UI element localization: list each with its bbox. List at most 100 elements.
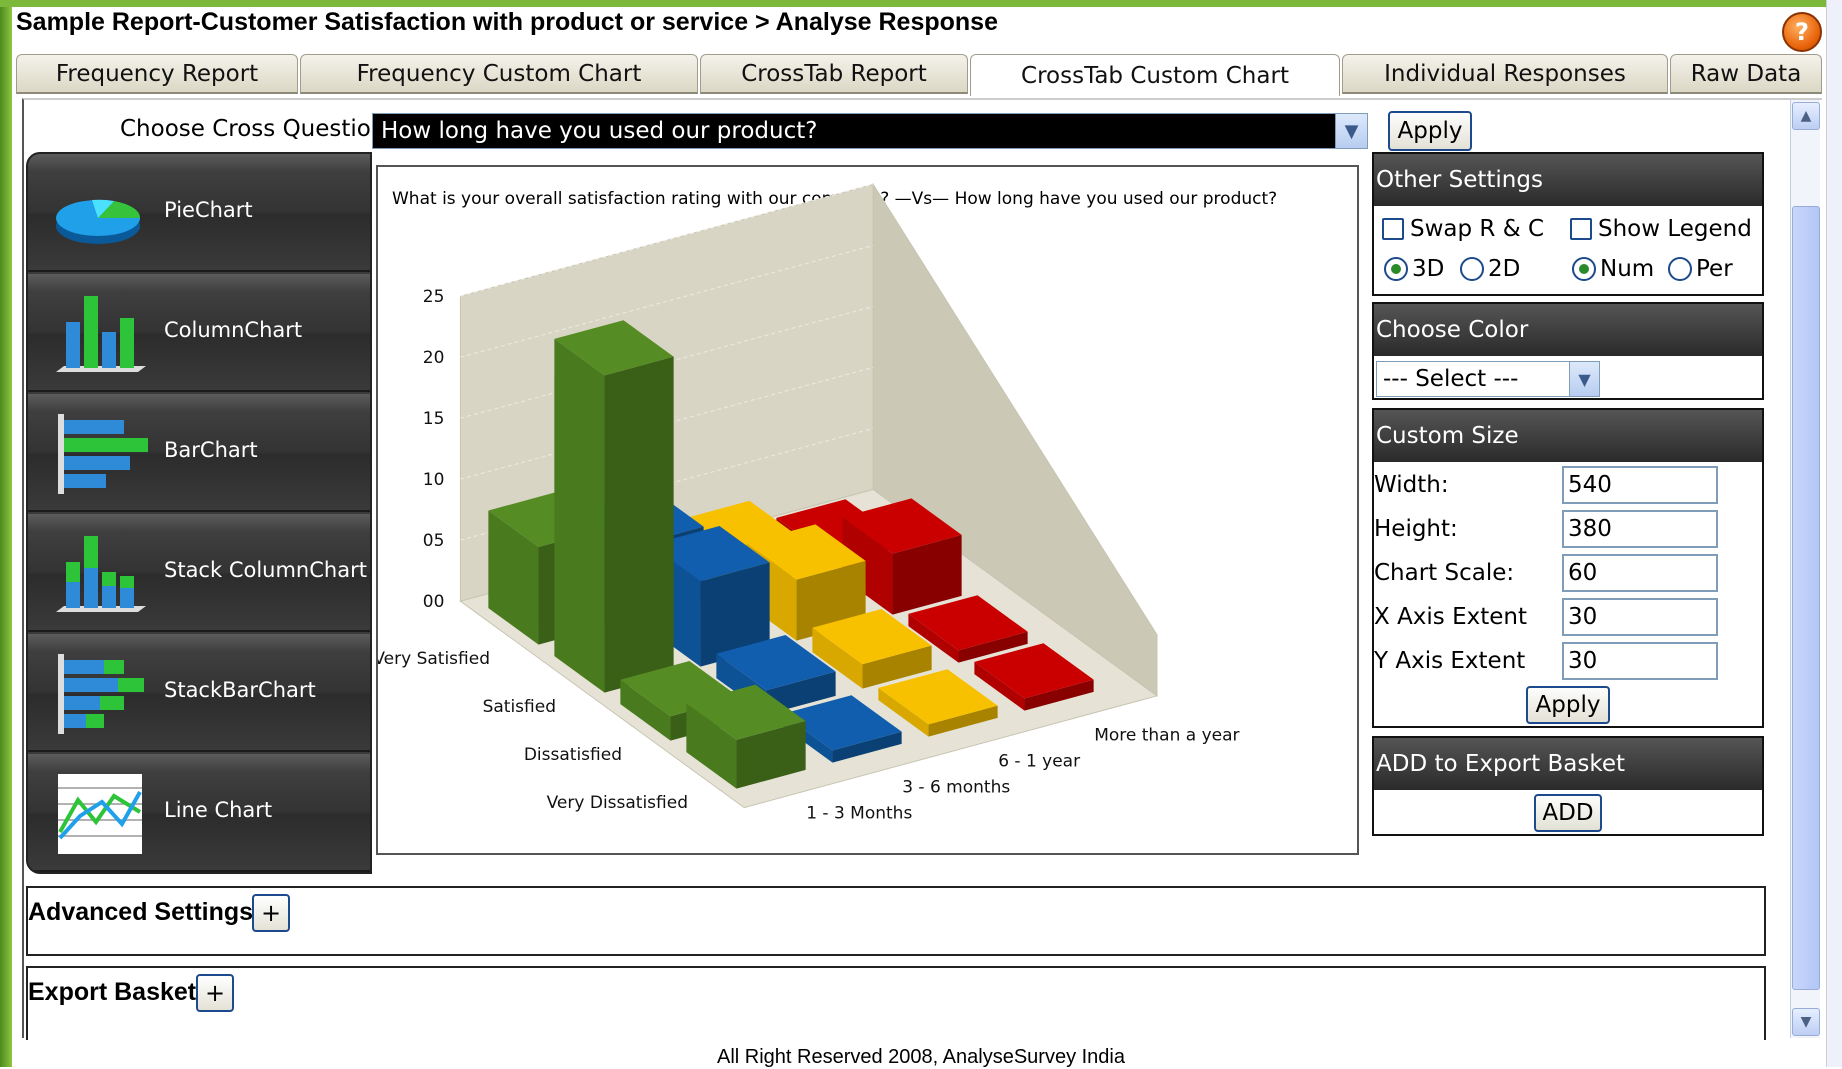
apply-size-button[interactable]: Apply bbox=[1526, 686, 1610, 724]
radio-per[interactable]: Per bbox=[1668, 256, 1733, 282]
crosstab-3d-column-chart: 00 05 10 15 20 25 Very Satisfied Satisfied Dissa… bbox=[378, 182, 1240, 824]
x-axis-extent-label: X Axis Extent bbox=[1374, 604, 1528, 630]
y-tick-label: 15 bbox=[423, 409, 445, 429]
chevron-down-icon[interactable]: ▼ bbox=[1569, 362, 1599, 396]
radio-2d-label: 2D bbox=[1488, 256, 1521, 282]
series-label: 1 - 3 Months bbox=[806, 804, 912, 824]
advanced-settings-section: Advanced Settings + bbox=[26, 886, 1766, 956]
chart-scale-label: Chart Scale: bbox=[1374, 560, 1515, 586]
expand-export-basket-button[interactable]: + bbox=[196, 974, 234, 1012]
y-axis-extent-label: Y Axis Extent bbox=[1374, 648, 1526, 674]
y-tick-label: 05 bbox=[423, 531, 445, 551]
tab-crosstab-custom-chart[interactable]: CrossTab Custom Chart bbox=[970, 54, 1340, 96]
radio-button[interactable] bbox=[1460, 257, 1484, 281]
width-label: Width: bbox=[1374, 472, 1449, 498]
scroll-up-icon[interactable]: ▲ bbox=[1792, 102, 1820, 130]
advanced-settings-title: Advanced Settings bbox=[28, 898, 254, 926]
radio-3d[interactable]: 3D bbox=[1384, 256, 1444, 282]
vertical-scrollbar[interactable]: ▲ ▼ bbox=[1790, 100, 1820, 1038]
other-settings-header: Other Settings bbox=[1374, 154, 1762, 206]
add-export-header: ADD to Export Basket bbox=[1374, 738, 1762, 790]
custom-size-panel: Custom Size Width: 540 Height: 380 Chart… bbox=[1372, 408, 1764, 728]
tab-frequency-custom-chart[interactable]: Frequency Custom Chart bbox=[300, 54, 698, 94]
cross-question-label: Choose Cross Question bbox=[120, 116, 386, 142]
chart-type-stack-bar[interactable]: StackBarChart bbox=[28, 634, 370, 752]
scroll-thumb[interactable] bbox=[1792, 206, 1820, 990]
radio-button[interactable] bbox=[1668, 257, 1692, 281]
cross-question-select[interactable]: How long have you used our product? ▼ bbox=[372, 113, 1368, 149]
radio-2d[interactable]: 2D bbox=[1460, 256, 1520, 282]
bar-front-face bbox=[554, 338, 605, 693]
height-input[interactable]: 380 bbox=[1562, 510, 1718, 548]
export-basket-section: Export Basket + bbox=[26, 966, 1766, 1040]
apply-cross-question-button[interactable]: Apply bbox=[1388, 111, 1472, 151]
series-label: 6 - 1 year bbox=[998, 752, 1080, 772]
checkbox-box[interactable] bbox=[1570, 218, 1592, 240]
chart-scale-input[interactable]: 60 bbox=[1562, 554, 1718, 592]
radio-button[interactable] bbox=[1572, 257, 1596, 281]
x-axis-extent-input[interactable]: 30 bbox=[1562, 598, 1718, 636]
custom-size-header: Custom Size bbox=[1374, 410, 1762, 462]
cross-question-value: How long have you used our product? bbox=[381, 118, 818, 144]
legend-label: Show Legend bbox=[1598, 216, 1752, 242]
export-basket-title: Export Basket bbox=[28, 978, 197, 1006]
radio-per-label: Per bbox=[1696, 256, 1733, 282]
chart-type-label: BarChart bbox=[164, 438, 258, 462]
color-select-value: --- Select --- bbox=[1383, 366, 1519, 392]
outer-scrollbar[interactable] bbox=[1826, 0, 1842, 1067]
radio-button[interactable] bbox=[1384, 257, 1408, 281]
show-legend-checkbox[interactable]: Show Legend bbox=[1570, 216, 1752, 242]
help-icon[interactable]: ? bbox=[1782, 12, 1822, 52]
chart-type-line[interactable]: Line Chart bbox=[28, 754, 370, 872]
column-chart-icon bbox=[56, 296, 146, 372]
tab-raw-data[interactable]: Raw Data bbox=[1670, 54, 1822, 94]
y-tick-label: 10 bbox=[423, 470, 445, 490]
bar-side-face bbox=[604, 356, 674, 693]
chart-bar bbox=[554, 320, 674, 693]
chart-type-sidebar: PieChart ColumnChart BarChart Stack Colu… bbox=[26, 152, 372, 874]
bar-chart-icon bbox=[58, 414, 148, 494]
y-axis-extent-input[interactable]: 30 bbox=[1562, 642, 1718, 680]
tab-crosstab-report[interactable]: CrossTab Report bbox=[700, 54, 968, 94]
tab-bar: Frequency Report Frequency Custom Chart … bbox=[16, 54, 1822, 96]
scroll-down-icon[interactable]: ▼ bbox=[1792, 1008, 1820, 1036]
pie-chart-icon bbox=[56, 199, 141, 244]
window-frame-left bbox=[0, 0, 12, 1067]
chart-type-label: Stack ColumnChart bbox=[164, 558, 367, 582]
tab-individual-responses[interactable]: Individual Responses bbox=[1342, 54, 1668, 94]
radio-num[interactable]: Num bbox=[1572, 256, 1654, 282]
chart-type-label: Line Chart bbox=[164, 798, 273, 822]
chart-area: What is your overall satisfaction rating… bbox=[376, 165, 1359, 855]
color-select[interactable]: --- Select --- ▼ bbox=[1376, 361, 1600, 397]
series-label: 3 - 6 months bbox=[902, 778, 1010, 798]
chart-type-stack-column[interactable]: Stack ColumnChart bbox=[28, 514, 370, 632]
category-label: Very Satisfied bbox=[378, 649, 490, 669]
checkbox-box[interactable] bbox=[1382, 218, 1404, 240]
chart-type-bar[interactable]: BarChart bbox=[28, 394, 370, 512]
chart-type-label: PieChart bbox=[164, 198, 253, 222]
chevron-down-icon[interactable]: ▼ bbox=[1335, 114, 1367, 148]
chart-type-pie[interactable]: PieChart bbox=[28, 154, 370, 272]
swap-label: Swap R & C bbox=[1410, 216, 1545, 242]
category-label: Satisfied bbox=[483, 697, 556, 717]
choose-color-header: Choose Color bbox=[1374, 304, 1762, 356]
line-chart-icon bbox=[58, 774, 142, 854]
page-title: Sample Report-Customer Satisfaction with… bbox=[16, 8, 998, 36]
tab-frequency-report[interactable]: Frequency Report bbox=[16, 54, 298, 94]
swap-rows-columns-checkbox[interactable]: Swap R & C bbox=[1382, 216, 1544, 242]
series-label: More than a year bbox=[1094, 726, 1239, 746]
radio-num-label: Num bbox=[1600, 256, 1655, 282]
other-settings-panel: Other Settings Swap R & C Show Legend 3D… bbox=[1372, 152, 1764, 296]
stack-column-chart-icon bbox=[56, 536, 146, 612]
footer-copyright: All Right Reserved 2008, AnalyseSurvey I… bbox=[716, 1046, 1125, 1068]
y-tick-label: 25 bbox=[423, 287, 445, 307]
add-to-export-button[interactable]: ADD bbox=[1534, 794, 1602, 832]
chart-type-label: ColumnChart bbox=[164, 318, 303, 342]
width-input[interactable]: 540 bbox=[1562, 466, 1718, 504]
expand-advanced-settings-button[interactable]: + bbox=[252, 894, 290, 932]
window-frame-top bbox=[0, 0, 1842, 7]
stack-bar-chart-icon bbox=[58, 654, 144, 734]
chart-type-column[interactable]: ColumnChart bbox=[28, 274, 370, 392]
category-label: Dissatisfied bbox=[524, 745, 622, 765]
height-label: Height: bbox=[1374, 516, 1458, 542]
